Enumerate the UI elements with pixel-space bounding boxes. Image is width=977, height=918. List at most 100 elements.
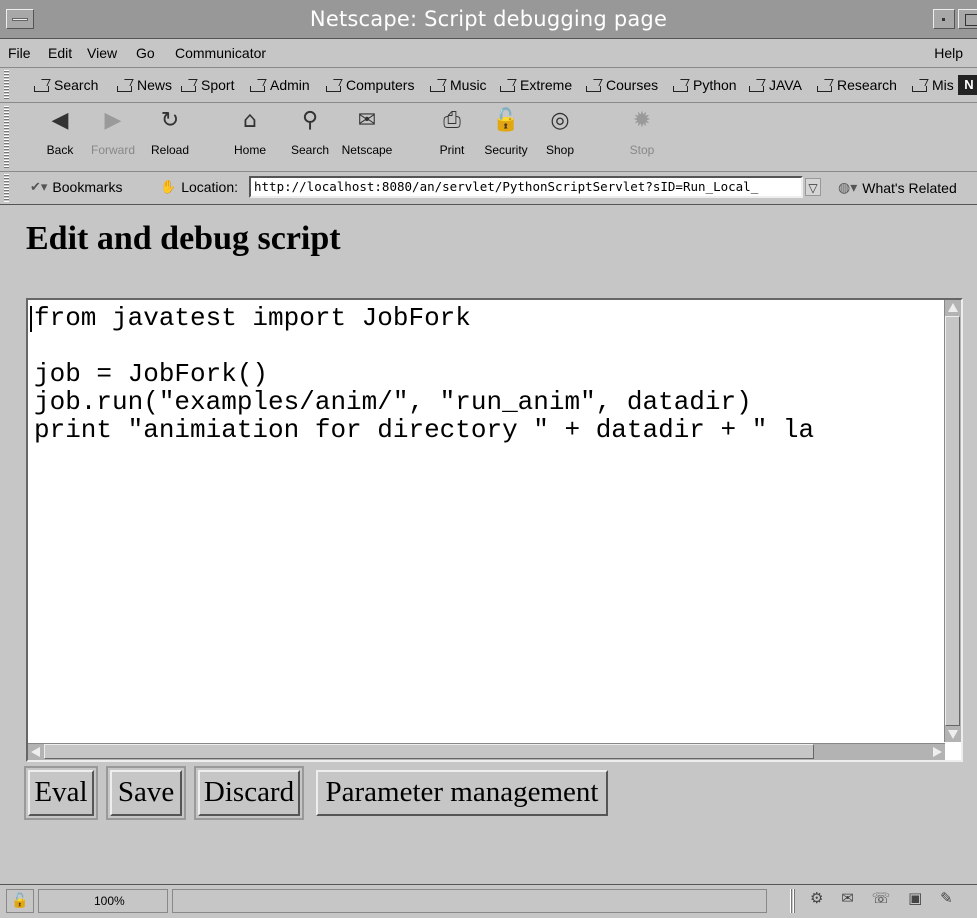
chevron-down-icon[interactable]: ▽ [805,178,821,196]
title-bar[interactable]: Netscape: Script debugging page [0,0,977,39]
text-caret [30,306,32,332]
bookmarks-button[interactable]: ✔▾ Bookmarks [30,179,122,195]
progress-percent: 100% [38,889,168,913]
back-button[interactable]: ◀ Back [40,107,80,157]
horizontal-scrollbar[interactable] [28,743,945,760]
scroll-up-icon[interactable] [948,303,958,312]
stop-button[interactable]: ✹ Stop [622,107,662,157]
home-button[interactable]: ⌂ Home [230,107,270,157]
security-button[interactable]: 🔓 Security [480,107,532,157]
maximize-button[interactable] [958,9,977,29]
reload-icon: ↻ [160,108,180,133]
status-grip[interactable] [790,889,796,913]
folder-icon [500,79,516,92]
netscape-icon: ✉ [357,108,377,133]
bookmark-mis[interactable]: Mis [912,77,954,93]
print-icon: ⎙ [443,108,461,133]
personal-toolbar: Search News Sport Admin Computers Music … [0,68,977,103]
script-textarea[interactable]: from javatest import JobFork job = JobFo… [34,304,934,744]
minimize-button[interactable] [933,9,955,29]
toolbar-grip[interactable] [4,174,9,202]
whats-related-button[interactable]: ◍▾ What's Related [838,179,957,196]
edit-icon[interactable]: ✎ [940,889,953,907]
menu-help[interactable]: Help [934,45,963,61]
toolbar-grip[interactable] [4,70,9,100]
status-message [172,889,767,913]
forward-icon: ▶ [104,108,122,133]
menu-bar: File Edit View Go Communicator Help [0,39,977,68]
bookmark-label: Sport [201,77,235,93]
forward-button[interactable]: ▶ Forward [88,107,138,157]
bookmark-label: Admin [270,77,310,93]
vertical-scroll-thumb[interactable] [945,316,960,726]
folder-icon [912,79,928,92]
menu-go[interactable]: Go [136,45,155,61]
reload-label: Reload [150,143,190,157]
bookmark-label: Courses [606,77,659,93]
back-icon: ◀ [51,108,69,133]
bookmark-sport[interactable]: Sport [181,77,234,93]
search-button[interactable]: ⚲ Search [286,107,334,157]
bookmark-label: Music [450,77,487,93]
vertical-scrollbar[interactable] [944,300,961,742]
bookmark-label: JAVA [769,77,802,93]
horizontal-scroll-thumb[interactable] [44,744,814,759]
bookmarks-label: Bookmarks [52,179,123,195]
netscape-button[interactable]: ✉ Netscape [340,107,394,157]
scroll-down-icon[interactable] [948,730,958,739]
script-editor[interactable]: from javatest import JobFork job = JobFo… [26,298,963,762]
location-url-field[interactable]: http://localhost:8080/an/servlet/PythonS… [249,176,803,198]
window-title: Netscape: Script debugging page [309,7,668,31]
bookmark-research[interactable]: Research [817,77,897,93]
bookmark-news[interactable]: News [117,77,172,93]
print-label: Print [439,143,465,157]
save-button[interactable]: Save [106,766,186,820]
bookmark-music[interactable]: Music [430,77,487,93]
shop-label: Shop [545,143,575,157]
mail-icon[interactable]: ✉ [841,889,854,907]
toolbar-grip[interactable] [4,106,9,168]
bookmark-computers[interactable]: Computers [326,77,414,93]
bookmark-extreme[interactable]: Extreme [500,77,572,93]
discussion-icon[interactable]: ☏ [872,889,891,907]
home-label: Home [233,143,266,157]
discard-button[interactable]: Discard [194,766,304,820]
navigator-icon[interactable]: ⚙ [810,889,823,907]
folder-icon [181,79,197,92]
folder-icon [250,79,266,92]
bookmark-python[interactable]: Python [673,77,737,93]
status-bar: 🔓 100% ⚙ ✉ ☏ ▣ ✎ [0,884,977,918]
search-label: Search [290,143,330,157]
reload-button[interactable]: ↻ Reload [148,107,192,157]
scroll-right-icon[interactable] [933,747,942,757]
component-bar: ⚙ ✉ ☏ ▣ ✎ [810,889,966,913]
security-icon: 🔓 [492,108,520,133]
menu-edit[interactable]: Edit [48,45,72,61]
netscape-logo: N [958,75,977,95]
bookmark-admin[interactable]: Admin [250,77,310,93]
shop-button[interactable]: ◎ Shop [540,107,580,157]
menu-view[interactable]: View [87,45,117,61]
netscape-window: Netscape: Script debugging page File Edi… [0,0,977,918]
menu-file[interactable]: File [8,45,31,61]
bookmark-courses[interactable]: Courses [586,77,658,93]
stop-label: Stop [629,143,655,157]
eval-button[interactable]: Eval [24,766,98,820]
security-lock-icon[interactable]: 🔓 [6,889,34,913]
bookmark-label: News [137,77,173,93]
folder-icon [673,79,689,92]
scroll-left-icon[interactable] [31,747,40,757]
related-icon: ◍▾ [838,179,858,195]
bookmark-search[interactable]: Search [34,77,98,93]
folder-icon [117,79,133,92]
whats-related-label: What's Related [862,179,957,196]
print-button[interactable]: ⎙ Print [432,107,472,157]
bookmark-java[interactable]: JAVA [749,77,802,93]
parameter-management-button[interactable]: Parameter management [316,770,608,816]
bookmark-label: Search [54,77,99,93]
navigation-toolbar: ◀ Back ▶ Forward ↻ Reload ⌂ Home ⚲ Searc… [0,103,977,172]
menu-communicator[interactable]: Communicator [175,45,266,61]
forward-label: Forward [90,143,135,157]
composer-icon[interactable]: ▣ [908,889,922,907]
stop-icon: ✹ [632,108,652,133]
